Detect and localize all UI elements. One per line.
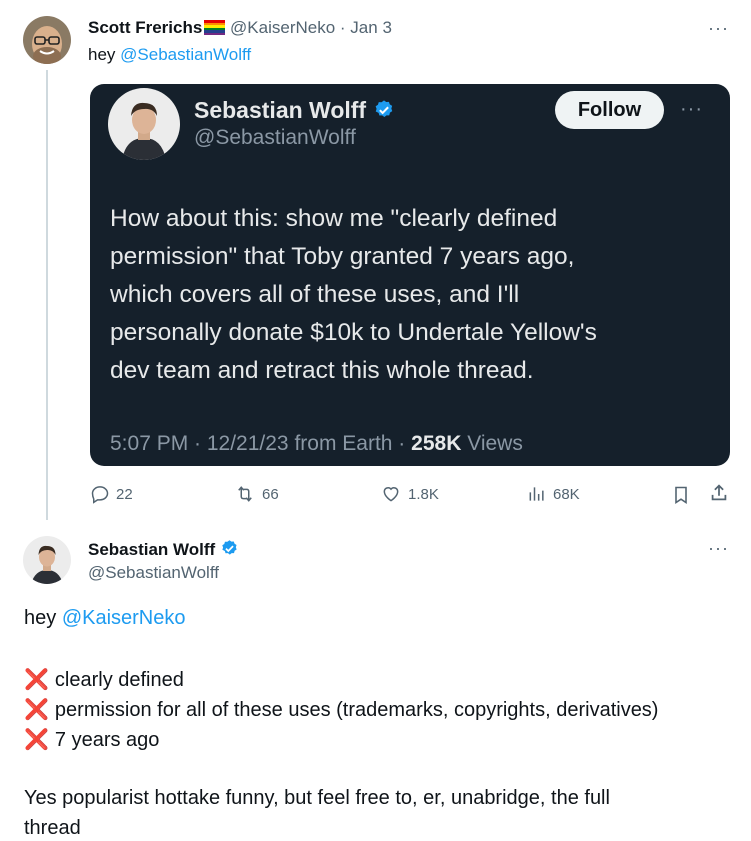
embed-views-label: Views	[467, 432, 523, 455]
verified-badge-icon	[221, 540, 237, 555]
share-icon[interactable]	[708, 482, 730, 509]
views-button[interactable]: 68K	[527, 484, 580, 504]
tweet1-date[interactable]: · Jan 3	[340, 18, 392, 37]
tweet2-item-text: clearly defined	[54, 669, 184, 691]
bookmark-icon[interactable]	[671, 484, 691, 511]
embed-views-count: 258K	[411, 432, 462, 455]
analytics-icon	[529, 487, 544, 501]
tweet1-text: hey @SebastianWolff	[88, 45, 251, 65]
tweet2-item-text: 7 years ago	[54, 729, 160, 751]
reply-button[interactable]: 22	[90, 484, 133, 504]
tweet2-closing-line: thread	[24, 817, 81, 839]
like-button[interactable]: 1.8K	[380, 484, 439, 504]
embed-text-line: personally donate $10k to Undertale Yell…	[110, 319, 597, 346]
embed-author-handle: @SebastianWolff	[194, 126, 356, 149]
embed-tweet-text: How about this: show me "clearly defined…	[110, 200, 710, 390]
tweet2-item: ❌ 7 years ago	[24, 727, 159, 752]
embed-text-line: dev team and retract this whole thread.	[110, 357, 534, 384]
tweet2-greeting-prefix: hey	[24, 607, 57, 629]
tweet2-greeting: hey @KaiserNeko	[24, 607, 186, 630]
embed-timestamp: 5:07 PM · 12/21/23 from Earth ·	[110, 432, 406, 455]
tweet2-item: ❌ permission for all of these uses (trade…	[24, 697, 658, 722]
tweet2-more-icon[interactable]: ···	[708, 538, 729, 559]
reply-count: 22	[116, 485, 133, 503]
tweet2-author-handle[interactable]: @SebastianWolff	[88, 563, 219, 583]
cross-mark-icon: ❌	[24, 699, 49, 721]
tweet2-author-row: Sebastian Wolff	[88, 539, 239, 560]
tweet2-item: ❌ clearly defined	[24, 667, 184, 692]
tweet2-closing-line: Yes popularist hottake funny, but feel f…	[24, 787, 610, 809]
tweet1-text-prefix: hey	[88, 45, 116, 64]
embed-author-name: Sebastian Wolff	[194, 97, 367, 123]
tweet2-mention-link[interactable]: @KaiserNeko	[62, 607, 186, 629]
follow-button: Follow	[555, 91, 664, 129]
retweet-icon	[238, 486, 252, 502]
verified-badge-icon	[375, 100, 392, 118]
embed-avatar	[108, 88, 180, 160]
avatar-scott[interactable]	[23, 16, 71, 64]
avatar-sebastian[interactable]	[23, 536, 71, 584]
tweet1-author-handle[interactable]: @KaiserNeko	[230, 18, 335, 37]
like-count: 1.8K	[408, 485, 439, 503]
reply-icon	[91, 486, 109, 504]
embed-text-line: How about this: show me "clearly defined	[110, 205, 558, 232]
thread-connector-line	[46, 70, 48, 520]
embed-meta: 5:07 PM · 12/21/23 from Earth · 258K Vie…	[110, 432, 523, 456]
rainbow-flag-icon	[204, 20, 226, 35]
embed-author-row: Sebastian Wolff	[194, 97, 395, 124]
retweet-count: 66	[262, 485, 279, 503]
tweet1-header: Scott Frerichs @KaiserNeko · Jan 3	[88, 18, 392, 38]
cross-mark-icon: ❌	[24, 729, 49, 751]
cross-mark-icon: ❌	[24, 669, 49, 691]
retweet-button[interactable]: 66	[234, 484, 279, 504]
embed-text-line: permission" that Toby granted 7 years ag…	[110, 243, 575, 270]
tweet1-more-icon[interactable]: ···	[708, 18, 729, 39]
embed-more-icon: ···	[680, 98, 703, 120]
tweet2-author-name[interactable]: Sebastian Wolff	[88, 540, 215, 559]
views-count: 68K	[553, 485, 580, 503]
tweet2-item-text: permission for all of these uses (tradem…	[54, 699, 659, 721]
heart-icon	[383, 487, 399, 502]
embed-text-line: which covers all of these uses, and I'll	[110, 281, 520, 308]
tweet1-author-name[interactable]: Scott Frerichs	[88, 18, 202, 37]
tweet1-mention-link[interactable]: @SebastianWolff	[120, 45, 251, 64]
